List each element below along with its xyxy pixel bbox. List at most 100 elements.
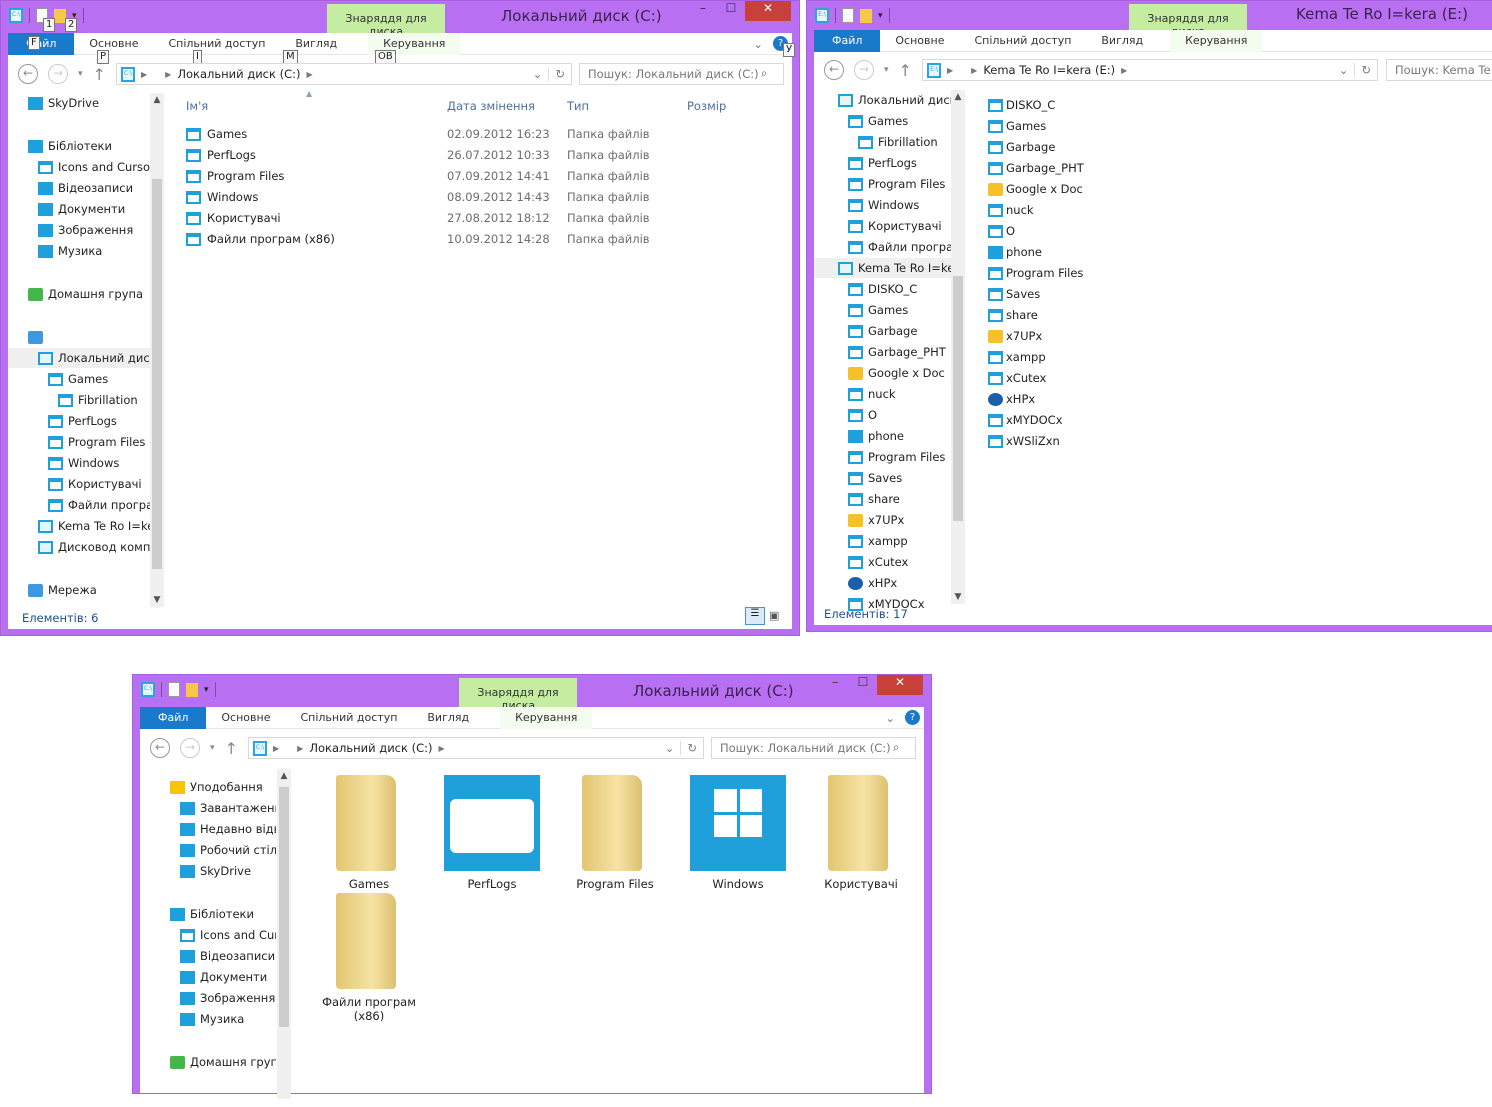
nav-item[interactable]: Kema Te Ro I=ke [38, 516, 150, 536]
address-dropdown-icon[interactable]: ⌄ [1339, 63, 1349, 77]
properties-icon[interactable] [842, 8, 854, 23]
nav-item[interactable]: share [848, 489, 951, 509]
nav-item[interactable]: Games [848, 111, 951, 131]
maximize-button[interactable]: ☐ [717, 1, 745, 21]
address-path[interactable]: Локальний диск (C:) [177, 67, 300, 81]
search-input[interactable]: Пошук: Локальний диск (C:) [711, 737, 916, 759]
search-icon[interactable]: ⌕ [761, 66, 767, 81]
nav-item[interactable]: Windows [848, 195, 951, 215]
address-bar[interactable]: E:\ ▶ ▶ Kema Te Ro I=kera (E:) ▶ ⌄ ↻ [922, 59, 1378, 81]
nav-item[interactable]: Icons and Curso [180, 925, 276, 945]
nav-item[interactable]: Fibrillation [58, 390, 150, 410]
list-item[interactable]: xWSliZxn [988, 431, 1060, 451]
help-icon[interactable]: ? [905, 710, 920, 725]
nav-item[interactable]: Файли програ [48, 495, 150, 515]
nav-item[interactable]: Windows [48, 453, 150, 473]
nav-item[interactable]: Домашня група [28, 284, 150, 304]
table-row[interactable]: Program Files 07.09.2012 14:41 Папка файлі… [186, 166, 756, 186]
list-item[interactable]: xCutex [988, 368, 1046, 388]
nav-item[interactable]: Garbage [848, 321, 951, 341]
nav-item[interactable]: x7UPx [848, 510, 951, 530]
new-folder-icon[interactable] [186, 682, 198, 697]
nav-item[interactable]: SkyDrive [180, 861, 276, 881]
tab-share[interactable]: Спільний доступ [959, 30, 1086, 52]
recent-locations-icon[interactable]: ▾ [210, 743, 215, 753]
nav-item[interactable]: O [848, 405, 951, 425]
address-bar[interactable]: C:\ ▶ ▶ Локальний диск (C:) ▶ ⌄ ↻ [248, 737, 704, 759]
nav-item[interactable]: Музика [180, 1009, 276, 1029]
expand-ribbon-icon[interactable]: ⌄ [753, 37, 763, 51]
list-item[interactable]: Garbage [988, 137, 1055, 157]
nav-item[interactable]: Дисковод компа [38, 537, 150, 557]
address-dropdown-icon[interactable]: ⌄ [665, 741, 675, 755]
nav-item[interactable]: DISKO_C [848, 279, 951, 299]
nav-item[interactable]: Мережа [28, 580, 150, 600]
nav-scrollbar[interactable]: ▲ ▼ [150, 93, 164, 607]
table-row[interactable]: PerfLogs 26.07.2012 10:33 Папка файлів [186, 145, 756, 165]
address-path[interactable]: Kema Te Ro I=kera (E:) [983, 63, 1115, 77]
nav-item[interactable]: Бібліотеки [170, 904, 276, 924]
tab-home[interactable]: Основне [206, 707, 285, 729]
tab-share[interactable]: Спільний доступ [285, 707, 412, 729]
tab-view[interactable]: Вигляд [1086, 30, 1158, 52]
column-type[interactable]: Тип [567, 99, 589, 113]
maximize-button[interactable]: ☐ [849, 675, 877, 695]
nav-item[interactable]: Домашня група [170, 1052, 276, 1072]
table-row[interactable]: Файли програм (x86) 10.09.2012 14:28 Папка… [186, 229, 756, 249]
recent-locations-icon[interactable]: ▾ [884, 65, 889, 75]
list-item[interactable]: share [988, 305, 1038, 325]
tab-manage[interactable]: Керування [1170, 29, 1263, 52]
list-item[interactable]: nuck [988, 200, 1034, 220]
forward-button[interactable]: → [180, 738, 200, 758]
tab-home[interactable]: Основне [880, 30, 959, 52]
nav-item[interactable]: Google x Doc [848, 363, 951, 383]
nav-item[interactable]: xHPx [848, 573, 951, 593]
close-button[interactable]: ✕ [745, 1, 791, 21]
nav-item[interactable]: Program Files [48, 432, 150, 452]
tab-share[interactable]: Спільний доступ [153, 33, 280, 55]
up-button[interactable]: ↑ [899, 61, 912, 80]
list-item[interactable]: Program Files [988, 263, 1083, 283]
forward-button[interactable]: → [48, 64, 68, 84]
nav-item[interactable]: Games [848, 300, 951, 320]
nav-item[interactable]: phone [848, 426, 951, 446]
search-input[interactable]: Пошук: Kema Te Ro [1386, 59, 1492, 81]
address-dropdown-icon[interactable]: ⌄ [533, 67, 543, 81]
list-item[interactable]: Saves [988, 284, 1040, 304]
nav-item[interactable]: Файли програ [848, 237, 951, 257]
search-input[interactable]: Пошук: Локальний диск (C:) [579, 63, 784, 85]
nav-item[interactable]: Користувачі [848, 216, 951, 236]
new-folder-icon[interactable] [860, 8, 872, 23]
tab-view[interactable]: Вигляд [412, 707, 484, 729]
list-item[interactable]: Garbage_PHT [988, 158, 1084, 178]
forward-button[interactable]: → [854, 60, 874, 80]
list-item[interactable]: xHPx [988, 389, 1035, 409]
table-row[interactable]: Користувачі 27.08.2012 18:12 Папка файлів [186, 208, 756, 228]
address-bar[interactable]: C:\ ▶ ▶ Локальний диск (C:) ▶ ⌄ ↻ [116, 63, 572, 85]
nav-item[interactable]: Музика [38, 241, 150, 261]
minimize-button[interactable]: – [689, 1, 717, 21]
nav-item[interactable]: Відеозаписи [180, 946, 276, 966]
list-item[interactable]: Google x Doc [988, 179, 1083, 199]
tab-manage[interactable]: Керування [500, 706, 593, 729]
tab-file[interactable]: Файл [814, 29, 881, 52]
nav-item[interactable]: Уподобання [170, 777, 276, 797]
nav-scrollbar[interactable]: ▲ [277, 769, 291, 1099]
list-item[interactable]: phone [988, 242, 1042, 262]
list-item[interactable]: x7UPx [988, 326, 1042, 346]
recent-locations-icon[interactable]: ▾ [78, 69, 83, 79]
folder-tile[interactable]: PerfLogs [437, 775, 547, 891]
minimize-button[interactable]: – [821, 675, 849, 695]
properties-icon[interactable] [168, 682, 180, 697]
nav-item[interactable]: xCutex [848, 552, 951, 572]
nav-item[interactable]: Недавно відвіда [180, 819, 276, 839]
nav-item[interactable]: Користувачі [48, 474, 150, 494]
nav-item[interactable]: xampp [848, 531, 951, 551]
folder-tile[interactable]: Program Files [560, 775, 670, 891]
nav-item[interactable]: Program Files [848, 174, 951, 194]
nav-item[interactable]: Документи [38, 199, 150, 219]
list-item[interactable]: xampp [988, 347, 1046, 367]
large-icons-view-button[interactable]: ▣ [769, 609, 779, 622]
nav-scrollbar[interactable]: ▲ ▼ [951, 90, 965, 604]
refresh-icon[interactable]: ↻ [1354, 63, 1377, 77]
